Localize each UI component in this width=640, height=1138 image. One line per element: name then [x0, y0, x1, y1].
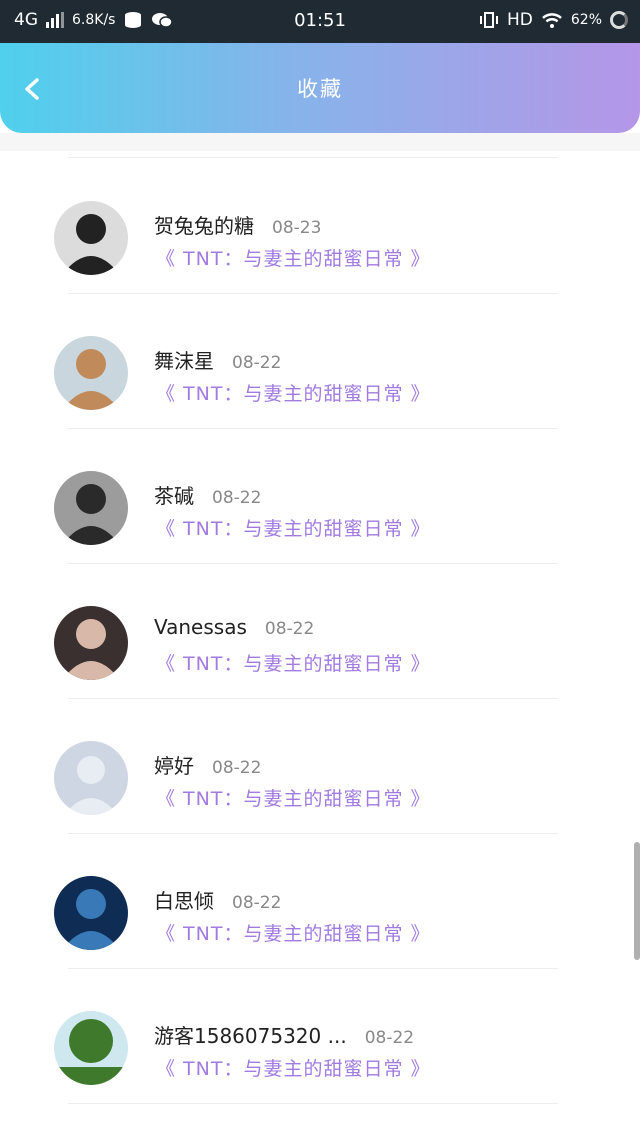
- book-title[interactable]: 《 TNT：与妻主的甜蜜日常 》: [156, 784, 431, 811]
- book-title[interactable]: 《 TNT：与妻主的甜蜜日常 》: [156, 919, 431, 946]
- user-name[interactable]: 白思倾: [154, 885, 214, 914]
- status-bar: 4G 6.8K/s 01:51 HD 62%: [0, 0, 640, 43]
- list-item[interactable]: 贺兔兔的糖 08-23 《 TNT：与妻主的甜蜜日常 》: [0, 158, 640, 293]
- list-item[interactable]: 舞沫星 08-22 《 TNT：与妻主的甜蜜日常 》: [0, 293, 640, 428]
- page-title: 收藏: [297, 77, 343, 101]
- battery-icon: [610, 11, 628, 29]
- avatar[interactable]: [54, 471, 128, 545]
- scrollbar[interactable]: [634, 842, 640, 960]
- avatar-image: [54, 336, 128, 410]
- book-title[interactable]: 《 TNT：与妻主的甜蜜日常 》: [156, 514, 431, 541]
- list-top-strip: [0, 133, 640, 151]
- list-item[interactable]: 游客1586075320 ... 08-22 《 TNT：与妻主的甜蜜日常 》: [0, 968, 640, 1103]
- hd-badge: HD: [507, 10, 533, 30]
- book-title[interactable]: 《 TNT：与妻主的甜蜜日常 》: [156, 649, 431, 676]
- avatar-image: [54, 471, 128, 545]
- item-date: 08-22: [212, 758, 262, 778]
- avatar[interactable]: [54, 741, 128, 815]
- list-divider: [68, 1103, 558, 1104]
- item-header: 贺兔兔的糖 08-23: [154, 210, 321, 239]
- item-header: 游客1586075320 ... 08-22: [154, 1020, 414, 1049]
- item-header: Vanessas 08-22: [154, 615, 314, 639]
- wifi-icon: [542, 13, 562, 28]
- item-date: 08-22: [232, 353, 282, 373]
- default-avatar-icon: [54, 741, 128, 815]
- list-item[interactable]: 茶碱 08-22 《 TNT：与妻主的甜蜜日常 》: [0, 428, 640, 563]
- book-title[interactable]: 《 TNT：与妻主的甜蜜日常 》: [156, 379, 431, 406]
- avatar[interactable]: [54, 1011, 128, 1085]
- avatar[interactable]: [54, 201, 128, 275]
- item-header: 婷好 08-22: [154, 750, 261, 779]
- user-name[interactable]: Vanessas: [154, 615, 247, 639]
- item-header: 茶碱 08-22: [154, 480, 261, 509]
- list-item[interactable]: 婷好 08-22 《 TNT：与妻主的甜蜜日常 》: [0, 698, 640, 833]
- item-date: 08-22: [232, 893, 282, 913]
- item-date: 08-22: [364, 1028, 415, 1048]
- user-name[interactable]: 舞沫星: [154, 345, 214, 374]
- avatar[interactable]: [54, 876, 128, 950]
- list-item[interactable]: Vanessas 08-22 《 TNT：与妻主的甜蜜日常 》: [0, 563, 640, 698]
- user-name[interactable]: 婷好: [154, 750, 194, 779]
- item-date: 08-22: [264, 619, 315, 639]
- battery-level: 62%: [570, 12, 602, 28]
- avatar-image: [54, 201, 128, 275]
- vibrate-icon: [480, 12, 498, 28]
- avatar-image: [54, 876, 128, 950]
- user-name[interactable]: 贺兔兔的糖: [154, 210, 254, 239]
- avatar-image: [54, 1011, 128, 1085]
- header-bar: 收藏: [0, 43, 640, 133]
- user-name[interactable]: 茶碱: [154, 480, 194, 509]
- list-item[interactable]: 白思倾 08-22 《 TNT：与妻主的甜蜜日常 》: [0, 833, 640, 968]
- item-header: 舞沫星 08-22: [154, 345, 281, 374]
- book-title[interactable]: 《 TNT：与妻主的甜蜜日常 》: [156, 1054, 431, 1081]
- item-date: 08-22: [212, 488, 262, 508]
- avatar-image: [54, 606, 128, 680]
- avatar[interactable]: [54, 336, 128, 410]
- item-header: 白思倾 08-22: [154, 885, 281, 914]
- item-date: 08-23: [272, 218, 322, 238]
- status-right: HD 62%: [479, 10, 628, 30]
- user-name[interactable]: 游客1586075320 ...: [154, 1020, 347, 1049]
- avatar[interactable]: [54, 606, 128, 680]
- book-title[interactable]: 《 TNT：与妻主的甜蜜日常 》: [156, 244, 431, 271]
